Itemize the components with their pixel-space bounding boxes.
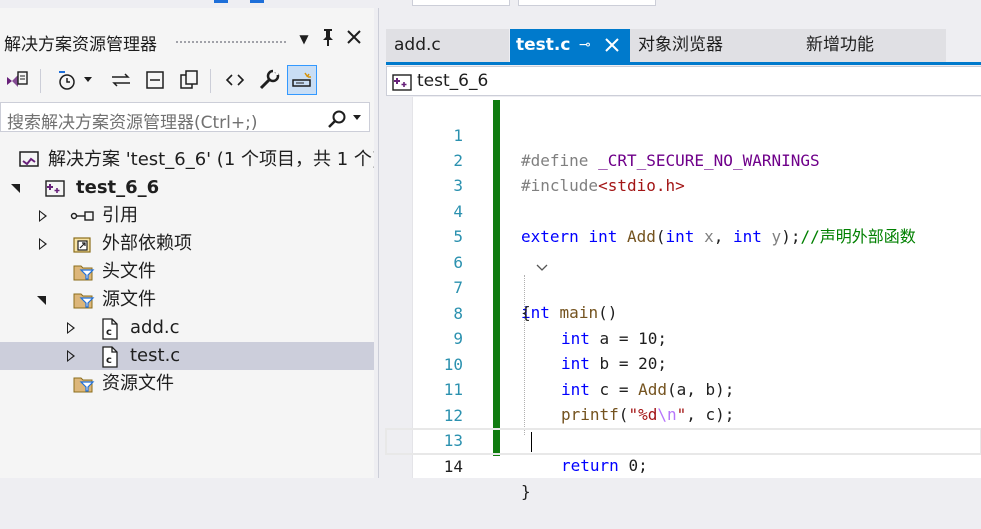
tab-label: add.c	[394, 35, 441, 55]
window-position-dropdown-icon[interactable]: ▼	[294, 28, 314, 50]
tree-item-label: 解决方案 'test_6_6' (1 个项目，共 1 个)	[48, 149, 379, 170]
collapsed-arrow-icon[interactable]	[64, 314, 78, 342]
toolbar-accent	[214, 0, 228, 3]
close-tab-icon[interactable]	[605, 29, 619, 62]
switch-views-icon[interactable]	[2, 65, 32, 95]
collapsed-arrow-icon[interactable]	[36, 202, 50, 230]
tree-item-label: 引用	[102, 205, 138, 226]
pin-tab-icon[interactable]: ⊸	[579, 29, 591, 62]
code-line: 13 return 0;	[386, 403, 981, 475]
c-file-icon: c	[100, 318, 122, 340]
tree-item-label: 头文件	[102, 261, 156, 282]
code-line: 2 #include<stdio.h>	[386, 123, 981, 195]
tree-item-file-test-c[interactable]: c test.c	[0, 342, 374, 370]
preview-selected-items-icon[interactable]	[287, 65, 317, 95]
expanded-arrow-icon[interactable]	[36, 286, 50, 314]
navigation-bar-project-dropdown[interactable]: test_6_6	[386, 66, 981, 96]
toolbar-combo[interactable]	[518, 0, 656, 6]
line-number: 14	[443, 457, 463, 476]
solution-icon	[18, 150, 40, 170]
search-icon[interactable]	[327, 109, 347, 133]
show-all-files-icon[interactable]	[174, 65, 204, 95]
tree-item-label: 源文件	[102, 289, 156, 310]
sync-with-active-document-icon[interactable]	[106, 65, 136, 95]
document-tab-strip: add.c test.c ⊸ 对象浏览器 新增功能	[386, 29, 981, 62]
code-editor[interactable]: 1 #define _CRT_SECURE_NO_WARNINGS 2 #inc…	[385, 97, 981, 501]
tab-label: test.c	[516, 35, 571, 55]
filter-folder-icon	[72, 290, 95, 310]
tree-item-label: add.c	[130, 317, 180, 338]
code-line: 11 printf("%d\n", c);	[386, 352, 981, 424]
toolbar-accent	[250, 0, 264, 3]
top-toolbar-strip	[0, 0, 981, 8]
tree-item-references[interactable]: 引用	[0, 202, 374, 230]
navbar-project-name: test_6_6	[417, 71, 489, 91]
cpp-project-icon	[44, 178, 66, 198]
expanded-arrow-icon[interactable]	[10, 174, 24, 202]
tab-add-c[interactable]: add.c	[386, 29, 509, 62]
tree-item-label: 资源文件	[102, 373, 174, 394]
close-icon[interactable]	[344, 28, 364, 50]
tree-item-label: test_6_6	[76, 177, 160, 198]
pending-changes-filter-icon[interactable]	[52, 65, 82, 95]
solution-explorer-toolbar	[0, 63, 374, 103]
panel-splitter[interactable]	[374, 8, 386, 478]
external-deps-icon	[72, 234, 94, 254]
search-placeholder: 搜索解决方案资源管理器(Ctrl+;)	[7, 113, 258, 133]
collapsed-arrow-icon[interactable]	[64, 342, 78, 370]
code-line: 6 int main()	[386, 225, 981, 322]
tab-test-c[interactable]: test.c ⊸	[510, 29, 630, 62]
tab-label: 新增功能	[806, 35, 874, 55]
code-line-current: 14 }	[385, 428, 981, 501]
filter-folder-icon	[72, 374, 95, 394]
tree-item-resource-files[interactable]: 资源文件	[0, 370, 374, 398]
solution-explorer-search-box[interactable]: 搜索解决方案资源管理器(Ctrl+;)	[0, 102, 370, 133]
tree-item-label: 外部依赖项	[102, 233, 192, 254]
svg-text:c: c	[106, 327, 112, 338]
c-file-icon: c	[100, 346, 122, 368]
tree-item-external-dependencies[interactable]: 外部依赖项	[0, 230, 374, 258]
toolbar-combo[interactable]	[412, 0, 510, 6]
text-caret	[531, 432, 532, 452]
tree-item-source-files[interactable]: 源文件	[0, 286, 374, 314]
code-line: 3	[386, 148, 981, 195]
cpp-project-icon	[391, 72, 413, 96]
panel-drag-grip[interactable]	[175, 40, 287, 45]
tree-item-project[interactable]: test_6_6	[0, 174, 374, 202]
tab-label: 对象浏览器	[638, 35, 723, 55]
svg-text:c: c	[106, 355, 112, 366]
filter-folder-icon	[72, 262, 95, 282]
search-options-dropdown-icon[interactable]	[353, 115, 361, 120]
tree-item-header-files[interactable]: 头文件	[0, 258, 374, 286]
code-line: 9 int b = 20;	[386, 301, 981, 373]
tab-whats-new[interactable]: 新增功能	[798, 29, 946, 62]
tree-item-label: test.c	[130, 345, 181, 366]
auto-hide-pin-icon[interactable]	[318, 28, 338, 50]
collapsed-arrow-icon[interactable]	[36, 230, 50, 258]
tree-item-file-add-c[interactable]: c add.c	[0, 314, 374, 342]
properties-wrench-icon[interactable]	[254, 65, 284, 95]
tree-item-solution[interactable]: 解决方案 'test_6_6' (1 个项目，共 1 个)	[0, 146, 379, 174]
tab-object-browser[interactable]: 对象浏览器	[630, 29, 798, 62]
active-tab-underline	[386, 62, 981, 65]
code-line: 8 int a = 10;	[386, 276, 981, 348]
code-line: 5	[386, 199, 981, 246]
code-line: 7 {	[386, 250, 981, 322]
code-line: 10 int c = Add(a, b);	[386, 327, 981, 399]
filter-dropdown-icon[interactable]	[80, 65, 96, 95]
code-line: 1 #define _CRT_SECURE_NO_WARNINGS	[386, 98, 981, 170]
view-code-icon[interactable]	[220, 65, 250, 95]
code-line: 12	[386, 378, 981, 425]
references-icon	[70, 206, 94, 226]
solution-explorer-title: 解决方案资源管理器	[4, 35, 157, 55]
solution-explorer-titlebar: 解决方案资源管理器 ▼	[0, 26, 374, 55]
collapse-all-icon[interactable]	[140, 65, 170, 95]
code-line: 4 extern int Add(int x, int y);//声明外部函数	[386, 174, 981, 246]
